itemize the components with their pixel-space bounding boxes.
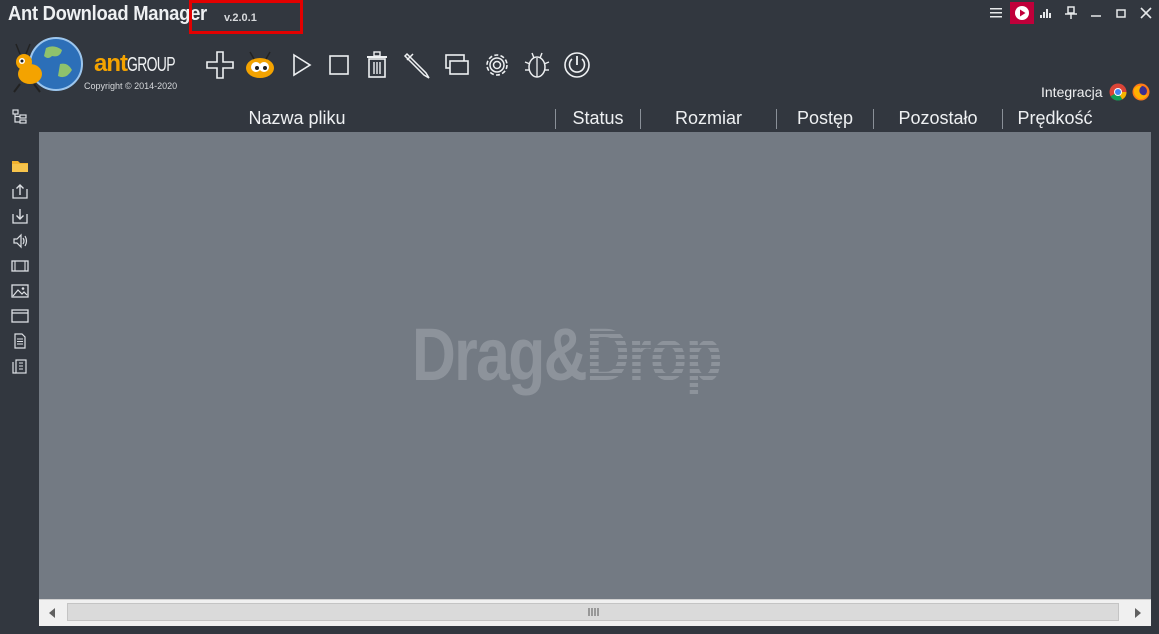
scroll-right-icon[interactable] [1127, 600, 1149, 626]
app-version: v.2.0.1 [224, 12, 257, 24]
minimize-icon[interactable] [1087, 4, 1105, 22]
ant-icon[interactable] [243, 48, 277, 82]
brand-name: antGROUP [94, 50, 195, 78]
upload-icon[interactable] [11, 182, 29, 200]
drag-text: Drag& [412, 313, 588, 396]
document-icon[interactable] [11, 332, 29, 350]
folder-icon[interactable] [11, 157, 29, 175]
equalizer-icon[interactable] [1037, 4, 1055, 22]
app-title: Ant Download Manager [8, 3, 207, 25]
play-icon[interactable] [284, 48, 318, 82]
copyright: Copyright © 2014-2020 [84, 81, 178, 91]
audio-icon[interactable] [11, 232, 29, 250]
column-header: Nazwa pliku Status Rozmiar Postęp Pozost… [39, 104, 1107, 132]
column-status[interactable]: Status [556, 104, 640, 132]
menu-icon[interactable] [987, 4, 1005, 22]
trash-icon[interactable] [360, 48, 394, 82]
horizontal-scrollbar[interactable] [39, 599, 1151, 626]
brand-ant: ant [94, 50, 128, 77]
add-icon[interactable] [203, 48, 237, 82]
title-bar: Ant Download Manager v.2.0.1 [0, 0, 1159, 34]
column-remaining[interactable]: Pozostało [874, 104, 1002, 132]
column-speed[interactable]: Prędkość [1003, 104, 1107, 132]
tree-icon[interactable] [11, 108, 29, 126]
settings-icon[interactable] [480, 48, 514, 82]
grip-icon [588, 608, 599, 616]
archive-icon[interactable] [11, 357, 29, 375]
windows-icon[interactable] [440, 48, 474, 82]
pen-icon[interactable] [400, 48, 434, 82]
drag-drop-hint: Drag&Drop [412, 312, 723, 397]
integration-label: Integracja [1041, 84, 1103, 100]
drop-text: Drop [585, 313, 723, 396]
ant-logo [10, 34, 84, 96]
scrollbar-thumb[interactable] [67, 603, 1119, 621]
firefox-icon[interactable] [1132, 83, 1150, 101]
power-icon[interactable] [560, 48, 594, 82]
column-size[interactable]: Rozmiar [641, 104, 776, 132]
video-icon[interactable] [11, 257, 29, 275]
window-icon[interactable] [11, 307, 29, 325]
record-icon[interactable] [1010, 2, 1034, 24]
bug-icon[interactable] [520, 48, 554, 82]
scroll-left-icon[interactable] [41, 600, 63, 626]
pin-icon[interactable] [1062, 4, 1080, 22]
brand-group: GROUP [127, 54, 176, 76]
stop-icon[interactable] [322, 48, 356, 82]
column-progress[interactable]: Postęp [777, 104, 873, 132]
column-filename[interactable]: Nazwa pliku [39, 104, 555, 132]
maximize-icon[interactable] [1112, 4, 1130, 22]
download-icon[interactable] [11, 207, 29, 225]
close-icon[interactable] [1137, 4, 1155, 22]
chrome-icon[interactable] [1109, 83, 1127, 101]
image-icon[interactable] [11, 282, 29, 300]
